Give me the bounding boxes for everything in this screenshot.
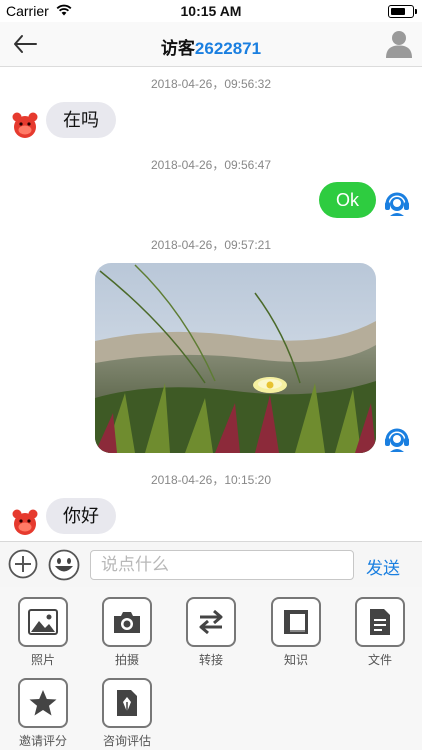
message-timestamp: 2018-04-26，09:56:47 <box>150 158 272 172</box>
star-icon <box>29 690 57 716</box>
battery-icon <box>388 5 417 18</box>
visitor-id: 2622871 <box>194 39 262 58</box>
message-bubble-visitor[interactable]: 你好 <box>46 498 116 534</box>
knowledge-icon <box>284 610 308 634</box>
message-bubble-agent[interactable]: Ok <box>318 182 376 218</box>
tool-label: 转接 <box>198 653 223 667</box>
tool-evaluation-box <box>102 678 152 728</box>
agent-avatar-icon <box>385 428 409 452</box>
send-button[interactable]: 发送 <box>366 554 400 579</box>
tool-label: 拍摄 <box>114 653 139 667</box>
clock: 10:15 AM <box>180 3 242 19</box>
tool-label: 邀请评分 <box>18 734 67 748</box>
message-input[interactable] <box>90 550 354 580</box>
input-bar: 发送 <box>0 541 422 588</box>
tool-camera-box <box>102 597 152 647</box>
transfer-icon <box>199 609 223 635</box>
message-bubble-visitor[interactable]: 在吗 <box>46 102 116 138</box>
emoji-icon[interactable] <box>48 549 80 581</box>
visitor-avatar-icon <box>12 509 38 535</box>
tool-label: 咨询评估 <box>102 734 151 748</box>
tool-label: 照片 <box>30 653 55 667</box>
tool-transfer[interactable]: 转接 <box>181 597 241 668</box>
tool-label: 知识 <box>283 653 308 667</box>
user-profile-icon[interactable] <box>386 30 412 58</box>
tool-panel: 照片 拍摄 转接 知识 文件 邀请评分 咨询评估 <box>0 587 422 750</box>
evaluation-icon <box>117 690 137 716</box>
camera-icon <box>114 612 140 633</box>
tool-knowledge[interactable]: 知识 <box>266 597 326 668</box>
tool-knowledge-box <box>271 597 321 647</box>
plus-icon[interactable] <box>8 549 38 579</box>
message-timestamp: 2018-04-26，09:56:32 <box>150 77 272 91</box>
photo-icon <box>28 609 58 635</box>
tool-photo[interactable]: 照片 <box>13 597 73 668</box>
tool-invite-rating[interactable]: 邀请评分 <box>13 678 73 749</box>
tool-evaluation[interactable]: 咨询评估 <box>97 678 157 749</box>
message-timestamp: 2018-04-26，10:15:20 <box>150 473 272 487</box>
tool-label: 文件 <box>367 653 392 667</box>
tool-file[interactable]: 文件 <box>350 597 410 668</box>
nav-bar: 访客2622871 <box>0 22 422 67</box>
page-title: 访客2622871 <box>0 34 422 59</box>
tool-transfer-box <box>186 597 236 647</box>
chat-area[interactable]: 2018-04-26，09:56:32 在吗 2018-04-26，09:56:… <box>0 67 422 541</box>
tool-photo-box <box>18 597 68 647</box>
visitor-avatar-icon <box>12 112 38 138</box>
status-bar: Carrier 10:15 AM <box>0 0 422 22</box>
title-prefix: 访客 <box>160 39 195 58</box>
tool-invite-rating-box <box>18 678 68 728</box>
file-icon <box>370 609 390 635</box>
message-timestamp: 2018-04-26，09:57:21 <box>150 238 272 252</box>
agent-avatar-icon <box>385 192 409 216</box>
tool-file-box <box>355 597 405 647</box>
tool-camera[interactable]: 拍摄 <box>97 597 157 668</box>
message-image[interactable] <box>95 263 376 453</box>
